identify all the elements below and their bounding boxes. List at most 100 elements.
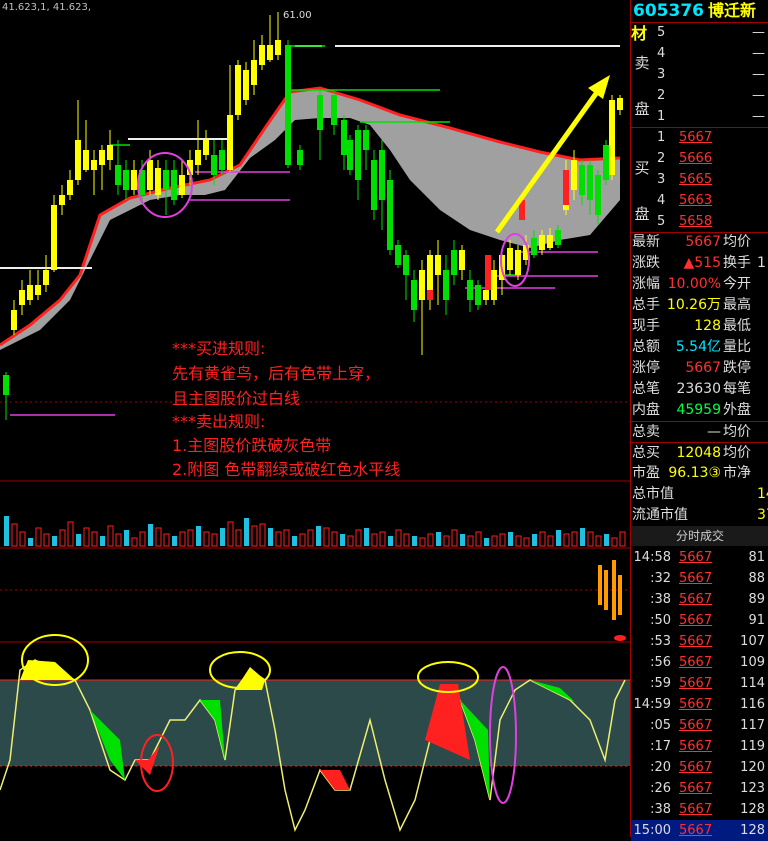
sell-level-row[interactable]: 5— (653, 22, 768, 43)
volume-bar (220, 528, 225, 546)
quote-label-2: 最高 (723, 297, 751, 313)
volume-bar (131, 537, 138, 547)
volume-bar (4, 516, 9, 546)
volume-bar (563, 533, 570, 547)
quote-row: 总额 5.54亿 量比 (631, 337, 768, 358)
volume-bar (491, 535, 498, 547)
quote-label-2: 量比 (723, 339, 751, 355)
tick-row[interactable]: :53 5667 107 (631, 631, 768, 652)
main-candlestick-panel (0, 12, 630, 643)
quote-row: 总市值 148 (631, 484, 768, 505)
tick-time: :38 (650, 802, 671, 817)
candle-body (595, 175, 601, 215)
tick-volume: 107 (740, 634, 765, 649)
tick-price: 5667 (679, 634, 713, 649)
level-number: 2 (657, 88, 666, 103)
quote-label-2: 均价 (723, 445, 751, 461)
tick-volume: 109 (740, 655, 765, 670)
level-number: 4 (657, 46, 666, 61)
quote-label: 总额 (632, 339, 660, 355)
tick-row[interactable]: :20 5667 120 (631, 757, 768, 778)
volume-bar (35, 527, 42, 547)
tick-row[interactable]: :26 5667 123 (631, 778, 768, 799)
tick-row[interactable]: :38 5667 89 (631, 589, 768, 610)
sell-level-row[interactable]: 3— (653, 64, 768, 85)
tick-price: 5667 (679, 739, 713, 754)
candle-body (203, 140, 209, 155)
candle-body (83, 150, 89, 170)
level-number: 1 (657, 130, 666, 145)
volume-bar (244, 518, 249, 546)
tick-row[interactable]: :05 5667 117 (631, 715, 768, 736)
tick-row[interactable]: :17 5667 119 (631, 736, 768, 757)
trend-arrow-head (588, 75, 610, 99)
tick-volume: 128 (740, 823, 765, 838)
candle-body (491, 270, 497, 300)
tick-row[interactable]: 15:00 5667 128 (631, 820, 768, 841)
level-price: 5667 (679, 130, 713, 145)
buy-level-row[interactable]: 2 5666 (653, 148, 768, 169)
level-price: 5663 (679, 193, 713, 208)
tick-price: 5667 (679, 613, 713, 628)
stock-header[interactable]: 605376 博迁新材 (631, 0, 768, 43)
buy-level-row[interactable]: 5 5658 (653, 211, 768, 232)
candle-body (11, 310, 17, 330)
sell-level-row[interactable]: 1— (653, 106, 768, 127)
tick-row[interactable]: :38 5667 128 (631, 799, 768, 820)
quote-row: 最新 5667 均价 (631, 232, 768, 253)
sell-level-row[interactable]: 4— (653, 43, 768, 64)
quote-label: 流通市值 (632, 507, 688, 523)
volume-bar (508, 532, 513, 546)
osc-fill (320, 770, 350, 790)
tick-time: :56 (650, 655, 671, 670)
candle-body (131, 170, 137, 190)
indicator-panel (0, 634, 630, 833)
volume-bar (484, 538, 489, 546)
tick-row[interactable]: 14:59 5667 116 (631, 694, 768, 715)
candle-body (99, 150, 105, 165)
tick-row[interactable]: :32 5667 88 (631, 568, 768, 589)
volume-bar (292, 536, 297, 546)
volume-bar (340, 534, 345, 546)
candle-body (297, 150, 303, 165)
candle-body (219, 150, 225, 170)
quote-label: 总买 (632, 445, 660, 461)
candle-body (451, 250, 457, 275)
tick-row[interactable]: :50 5667 91 (631, 610, 768, 631)
candle-body (43, 270, 49, 285)
level-volume: — (752, 88, 765, 103)
buy-level-row[interactable]: 1 5667 (653, 127, 768, 148)
candle-body (3, 375, 9, 395)
level-price: 5665 (679, 172, 713, 187)
candle-body (35, 285, 41, 295)
candle-body (387, 180, 393, 250)
volume-spike (618, 575, 622, 615)
volume-bar (379, 531, 386, 547)
volume-bar (539, 531, 546, 547)
level-price: 5658 (679, 214, 713, 229)
tick-row[interactable]: :59 5667 114 (631, 673, 768, 694)
volume-spike (598, 565, 602, 605)
buy-level-row[interactable]: 3 5665 (653, 169, 768, 190)
kline-chart-area[interactable]: 41.623,1, 41.623, 61.00 (0, 0, 630, 837)
ticks-title[interactable]: 分时成交 (631, 526, 768, 546)
tick-price: 5667 (679, 697, 713, 712)
candle-body (75, 140, 81, 180)
tick-row[interactable]: 14:58 5667 81 (631, 547, 768, 568)
quote-label-2: 最低 (723, 318, 751, 334)
candle-body (419, 270, 425, 300)
quote-value: 10.00% (667, 276, 721, 292)
sell-level-row[interactable]: 2— (653, 85, 768, 106)
volume-bar (403, 533, 410, 547)
tick-row[interactable]: :56 5667 109 (631, 652, 768, 673)
quote-label: 涨跌 (632, 255, 660, 271)
volume-bar (28, 538, 33, 546)
tick-time: :59 (650, 676, 671, 691)
volume-bar (460, 534, 465, 546)
level-number: 1 (657, 109, 666, 124)
buy-level-row[interactable]: 4 5663 (653, 190, 768, 211)
volume-bar (364, 528, 369, 546)
quote-value: ▲515 (683, 255, 722, 271)
tick-price: 5667 (679, 823, 713, 838)
candle-body (171, 170, 177, 200)
